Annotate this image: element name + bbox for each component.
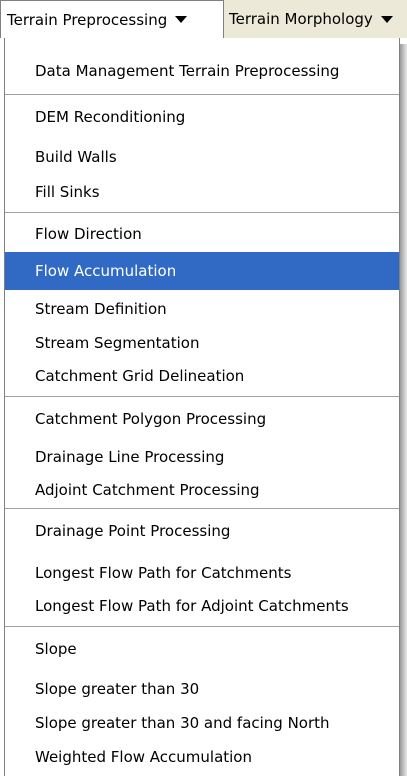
menu-item-label: Build Walls: [35, 148, 117, 166]
menu-terrain-preprocessing[interactable]: Terrain Preprocessing: [0, 0, 224, 38]
menu-item-catchment-polygon-processing[interactable]: Catchment Polygon Processing: [5, 400, 399, 438]
menu-item-label: Flow Direction: [35, 225, 142, 243]
menu-separator: [5, 94, 399, 95]
menu-drop-shadow: [400, 44, 407, 776]
menu-item-longest-flow-path-adjoint-catchments[interactable]: Longest Flow Path for Adjoint Catchments: [5, 590, 399, 622]
menu-item-label: Flow Accumulation: [35, 262, 177, 280]
menu-item-drainage-line-processing[interactable]: Drainage Line Processing: [5, 440, 399, 474]
menu-bar: Terrain Preprocessing Terrain Morphology: [0, 0, 407, 38]
menu-terrain-preprocessing-label: Terrain Preprocessing: [7, 10, 168, 29]
menu-separator: [5, 508, 399, 509]
menu-item-label: Catchment Polygon Processing: [35, 410, 267, 428]
menu-terrain-morphology[interactable]: Terrain Morphology: [229, 0, 407, 38]
menu-item-label: Longest Flow Path for Catchments: [35, 564, 292, 582]
menu-item-label: Catchment Grid Delineation: [35, 367, 245, 385]
menu-item-longest-flow-path-catchments[interactable]: Longest Flow Path for Catchments: [5, 556, 399, 590]
menu-item-stream-definition[interactable]: Stream Definition: [5, 292, 399, 326]
menu-item-drainage-point-processing[interactable]: Drainage Point Processing: [5, 512, 399, 550]
menu-item-dem-reconditioning[interactable]: DEM Reconditioning: [5, 100, 399, 134]
menu-item-catchment-grid-delineation[interactable]: Catchment Grid Delineation: [5, 360, 399, 392]
menu-separator: [5, 626, 399, 627]
menu-item-label: Adjoint Catchment Processing: [35, 481, 260, 499]
menu-item-label: Weighted Flow Accumulation: [35, 748, 252, 766]
chevron-down-icon: [380, 15, 393, 23]
menu-separator: [5, 396, 399, 397]
menu-item-stream-segmentation[interactable]: Stream Segmentation: [5, 326, 399, 360]
menu-item-label: Slope: [35, 640, 77, 658]
menu-item-slope-greater-than-30[interactable]: Slope greater than 30: [5, 672, 399, 706]
menu-item-flow-direction[interactable]: Flow Direction: [5, 216, 399, 252]
menu-item-label: Drainage Line Processing: [35, 448, 225, 466]
terrain-preprocessing-dropdown: Data Management Terrain Preprocessing DE…: [4, 38, 400, 776]
menu-item-label: Stream Segmentation: [35, 334, 200, 352]
menu-item-label: Stream Definition: [35, 300, 167, 318]
menu-item-data-management-terrain-preprocessing[interactable]: Data Management Terrain Preprocessing: [5, 54, 399, 88]
menu-item-label: Fill Sinks: [35, 183, 100, 201]
menu-separator: [5, 212, 399, 213]
menu-item-build-walls[interactable]: Build Walls: [5, 140, 399, 174]
menu-item-fill-sinks[interactable]: Fill Sinks: [5, 176, 399, 208]
menu-item-slope[interactable]: Slope: [5, 630, 399, 668]
menu-item-flow-accumulation[interactable]: Flow Accumulation: [5, 252, 399, 290]
menu-item-weighted-flow-accumulation[interactable]: Weighted Flow Accumulation: [5, 740, 399, 774]
menu-item-label: DEM Reconditioning: [35, 108, 186, 126]
menu-item-label: Drainage Point Processing: [35, 522, 231, 540]
menu-item-label: Slope greater than 30: [35, 680, 200, 698]
menu-item-label: Slope greater than 30 and facing North: [35, 714, 330, 732]
menu-item-slope-greater-than-30-north[interactable]: Slope greater than 30 and facing North: [5, 706, 399, 740]
menu-item-label: Data Management Terrain Preprocessing: [35, 62, 340, 80]
menu-item-adjoint-catchment-processing[interactable]: Adjoint Catchment Processing: [5, 474, 399, 506]
menu-item-label: Longest Flow Path for Adjoint Catchments: [35, 597, 349, 615]
menu-terrain-morphology-label: Terrain Morphology: [229, 10, 373, 28]
chevron-down-icon: [175, 16, 188, 23]
